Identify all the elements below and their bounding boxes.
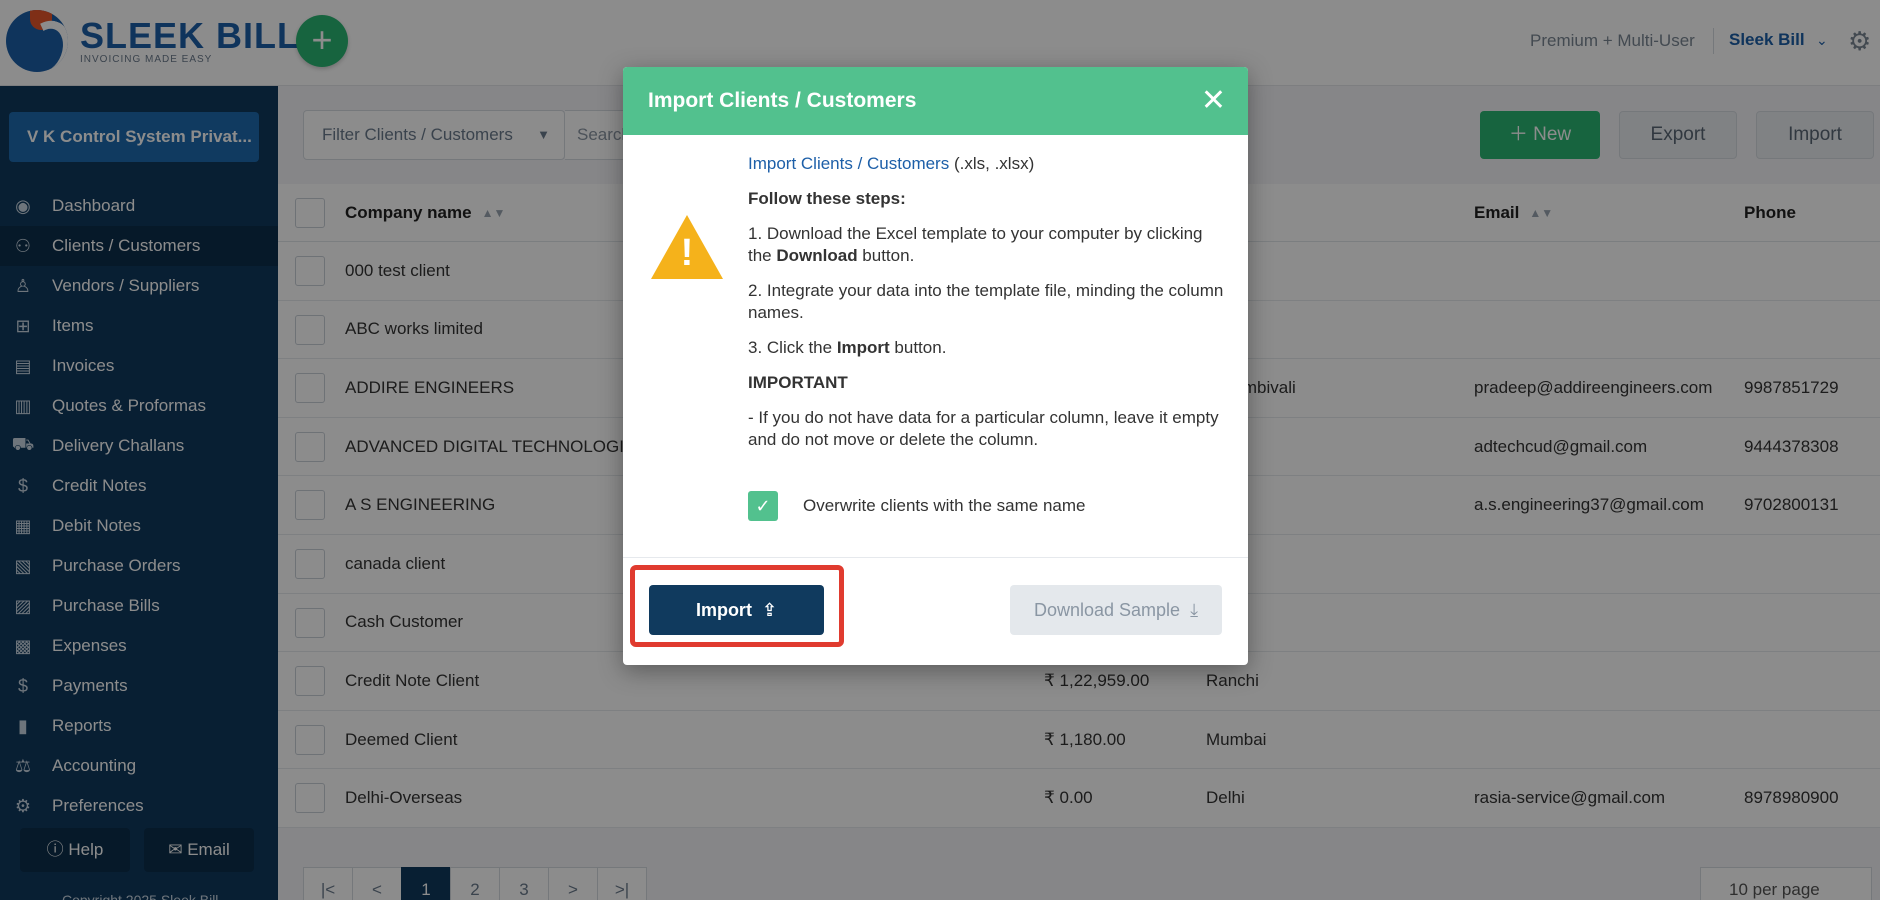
step-3: 3. Click the Import button. xyxy=(748,338,947,357)
overwrite-option[interactable]: ✓ Overwrite clients with the same name xyxy=(748,491,1086,521)
download-icon: ⤓ xyxy=(1185,600,1199,620)
upload-icon: ⇪ xyxy=(756,600,778,620)
overwrite-label: Overwrite clients with the same name xyxy=(803,496,1086,515)
overwrite-checkbox[interactable]: ✓ xyxy=(748,491,778,521)
download-sample-button[interactable]: Download Sample ⤓ xyxy=(1010,585,1222,635)
modal-footer: Import ⇪ Download Sample ⤓ xyxy=(623,557,1248,665)
step-2: 2. Integrate your data into the template… xyxy=(748,281,1224,322)
import-button[interactable]: Import ⇪ xyxy=(649,585,824,635)
modal-title: Import Clients / Customers xyxy=(648,89,917,112)
exclamation-icon: ! xyxy=(680,232,694,274)
important-heading: IMPORTANT xyxy=(748,373,848,392)
important-note: - If you do not have data for a particul… xyxy=(748,408,1219,449)
step-1: 1. Download the Excel template to your c… xyxy=(748,224,1203,265)
close-icon[interactable]: ✕ xyxy=(1201,67,1226,135)
import-modal: Import Clients / Customers ✕ ! Import Cl… xyxy=(623,67,1248,665)
modal-header: Import Clients / Customers ✕ xyxy=(623,67,1248,135)
import-template-link[interactable]: Import Clients / Customers xyxy=(748,154,949,173)
steps-heading: Follow these steps: xyxy=(748,189,906,208)
